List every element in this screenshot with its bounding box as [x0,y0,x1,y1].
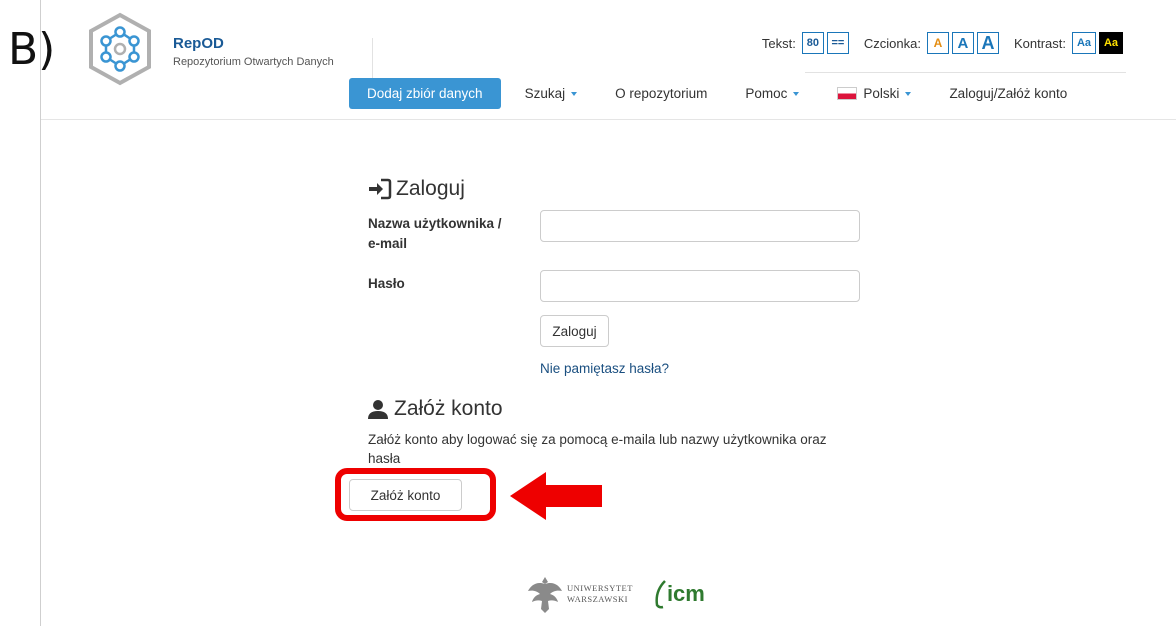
contrast-label: Kontrast: [1013,35,1066,51]
accessibility-toolbar: Tekst: 80 == Czcionka: A A A Kontrast: A… [762,32,1126,54]
contrast-high-button[interactable]: Aa [1099,32,1123,54]
nav-help[interactable]: Pomoc [745,86,800,101]
login-title: Zaloguj [396,177,465,200]
brand-subtitle: Repozytorium Otwartych Danych [173,56,334,68]
annotation-arrow-icon [510,472,602,520]
toolbar-divider [805,72,1126,73]
repod-logo-icon[interactable] [87,12,153,86]
password-label: Hasło [368,276,405,291]
user-icon [368,400,388,419]
forgot-password-link[interactable]: Nie pamiętasz hasła? [540,361,669,376]
signup-title: Załóż konto [394,397,503,420]
nav-about[interactable]: O repozytorium [615,86,707,101]
username-label: Nazwa użytkownika / e-mail [368,214,502,254]
signup-description: Załóż konto aby logować się za pomocą e-… [368,432,827,466]
main-nav: Dodaj zbiór danych Szukaj O repozytorium… [349,78,1067,109]
login-button[interactable]: Zaloguj [540,315,609,347]
add-dataset-button[interactable]: Dodaj zbiór danych [349,78,501,109]
footer-logos: UNIWERSYTET WARSZAWSKI icm [527,573,705,615]
font-label: Czcionka: [863,35,921,51]
font-small-button[interactable]: A [926,32,949,54]
contrast-normal-button[interactable]: Aa [1072,32,1096,54]
university-line1: UNIWERSYTET [567,583,633,593]
username-label-line2: e-mail [368,236,408,251]
brand-title[interactable]: RepOD [173,35,224,52]
nav-search[interactable]: Szukaj [525,86,578,101]
chevron-down-icon [793,91,800,96]
university-name: UNIWERSYTET WARSZAWSKI [567,583,633,605]
chevron-down-icon [905,91,912,96]
icm-logo: icm [653,579,705,609]
annotation-highlight-box [335,468,496,521]
font-large-button[interactable]: A [976,32,999,54]
header-divider [372,38,373,78]
icm-text: icm [666,581,705,606]
login-heading: Zaloguj [368,177,465,201]
password-input[interactable] [540,270,860,302]
nav-language[interactable]: Polski [837,86,912,101]
nav-help-label: Pomoc [745,86,788,101]
username-input[interactable] [540,210,860,242]
university-line2: WARSZAWSKI [567,594,628,604]
sign-in-icon [369,178,392,200]
username-label-line1: Nazwa użytkownika / [368,216,502,231]
polish-flag-icon [837,87,858,100]
font-medium-button[interactable]: A [951,32,974,54]
eagle-emblem-icon [528,577,562,613]
signup-heading: Załóż konto [368,397,503,421]
text-size-label: Tekst: [761,35,796,51]
chevron-down-icon [571,91,578,96]
nav-language-label: Polski [863,86,900,101]
icm-swoosh-icon [655,580,666,609]
nav-login-signup[interactable]: Zaloguj/Załóż konto [949,86,1067,101]
nav-search-label: Szukaj [524,86,566,101]
text-spacing-button[interactable]: == [826,32,849,54]
text-size-80-button[interactable]: 80 [801,32,824,54]
